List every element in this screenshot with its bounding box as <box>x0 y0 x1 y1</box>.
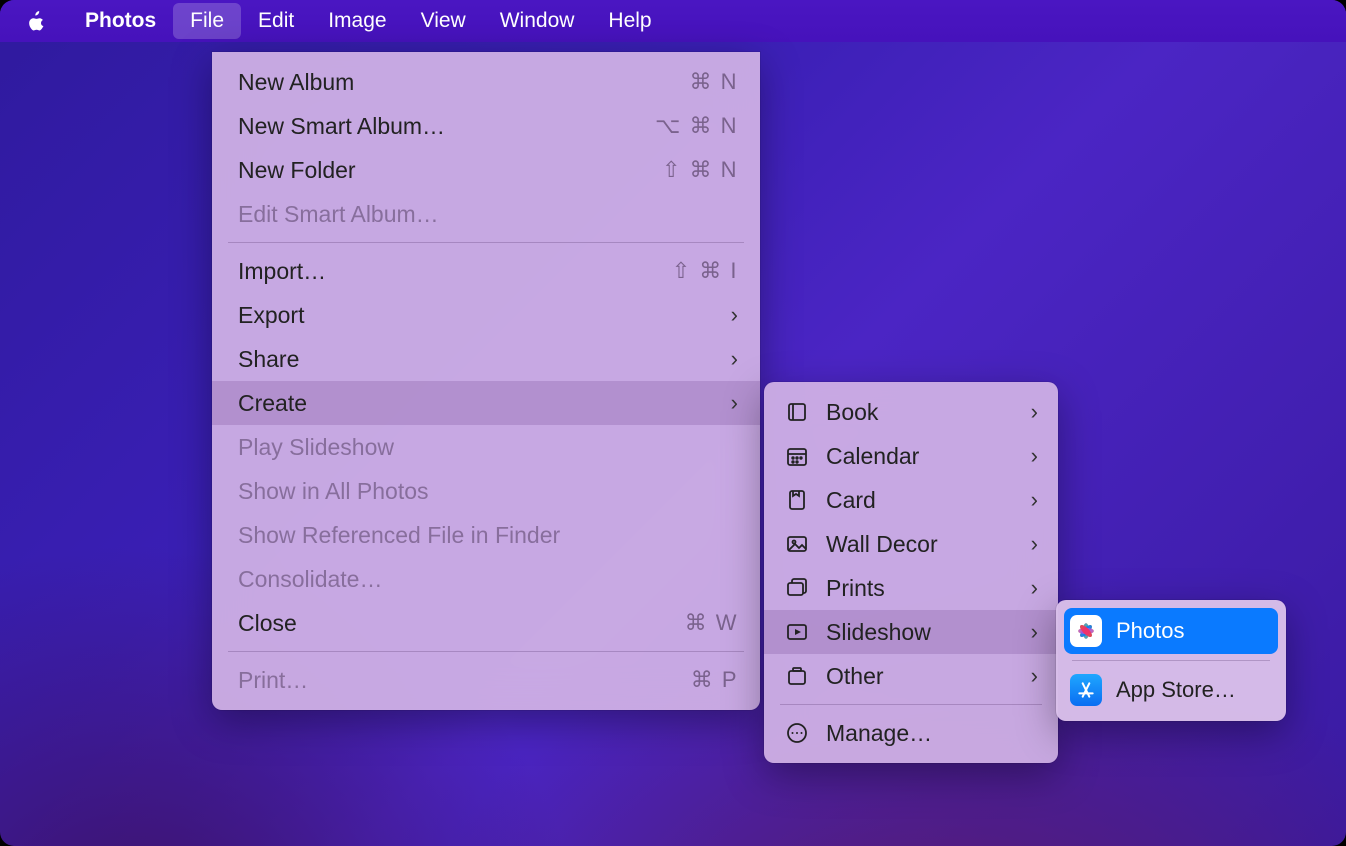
photos-app-icon <box>1070 615 1102 647</box>
chevron-right-icon: › <box>1026 619 1038 645</box>
menu-item-label: Show Referenced File in Finder <box>238 522 738 549</box>
menu-item-app-store[interactable]: App Store… <box>1056 667 1286 713</box>
menu-item-label: Consolidate… <box>238 566 738 593</box>
menubar-item-image[interactable]: Image <box>311 3 403 39</box>
menu-separator <box>228 242 744 243</box>
chevron-right-icon: › <box>1026 443 1038 469</box>
menu-item-label: Wall Decor <box>826 531 1026 558</box>
menu-item-edit-smart-album: Edit Smart Album… <box>212 192 760 236</box>
menu-item-export[interactable]: Export › <box>212 293 760 337</box>
menu-item-card[interactable]: Card › <box>764 478 1058 522</box>
menu-item-label: Create <box>238 390 726 417</box>
menu-separator <box>780 704 1042 705</box>
chevron-right-icon: › <box>1026 663 1038 689</box>
calendar-icon <box>782 444 812 468</box>
menubar-item-edit[interactable]: Edit <box>241 3 311 39</box>
menu-item-label: New Album <box>238 69 690 96</box>
menubar-item-help[interactable]: Help <box>591 3 668 39</box>
menu-item-label: Print… <box>238 667 691 694</box>
file-menu: New Album ⌘ N New Smart Album… ⌥ ⌘ N New… <box>212 52 760 710</box>
menu-item-slideshow[interactable]: Slideshow › <box>764 610 1058 654</box>
menubar-app-name[interactable]: Photos <box>68 3 173 39</box>
chevron-right-icon: › <box>1026 487 1038 513</box>
walldecor-icon <box>782 532 812 556</box>
menu-item-prints[interactable]: Prints › <box>764 566 1058 610</box>
menu-item-new-album[interactable]: New Album ⌘ N <box>212 60 760 104</box>
menu-separator <box>228 651 744 652</box>
menu-item-label: App Store… <box>1116 677 1270 703</box>
menu-item-shortcut: ⇧ ⌘ N <box>662 157 738 183</box>
slideshow-submenu: Photos App Store… <box>1056 600 1286 721</box>
menubar: Photos File Edit Image View Window Help <box>0 0 1346 42</box>
menu-item-print: Print… ⌘ P <box>212 658 760 702</box>
chevron-right-icon: › <box>1026 531 1038 557</box>
menu-item-shortcut: ⌘ P <box>691 667 738 693</box>
other-icon <box>782 664 812 688</box>
desktop: Photos File Edit Image View Window Help … <box>0 0 1346 846</box>
menu-item-label: Edit Smart Album… <box>238 201 738 228</box>
menu-item-import[interactable]: Import… ⇧ ⌘ I <box>212 249 760 293</box>
slideshow-icon <box>782 620 812 644</box>
menu-item-label: Export <box>238 302 726 329</box>
menu-item-label: Prints <box>826 575 1026 602</box>
menu-item-manage[interactable]: Manage… <box>764 711 1058 755</box>
menu-item-consolidate: Consolidate… <box>212 557 760 601</box>
chevron-right-icon: › <box>726 346 738 372</box>
menu-item-label: Close <box>238 610 685 637</box>
menu-item-label: Play Slideshow <box>238 434 738 461</box>
chevron-right-icon: › <box>1026 575 1038 601</box>
menu-item-label: New Smart Album… <box>238 113 655 140</box>
menu-item-shortcut: ⌘ N <box>690 69 739 95</box>
menu-item-label: New Folder <box>238 157 662 184</box>
menubar-item-window[interactable]: Window <box>483 3 592 39</box>
menu-item-book[interactable]: Book › <box>764 390 1058 434</box>
menu-item-photos-app[interactable]: Photos <box>1064 608 1278 654</box>
menu-item-label: Photos <box>1116 618 1270 644</box>
chevron-right-icon: › <box>726 302 738 328</box>
menu-item-new-folder[interactable]: New Folder ⇧ ⌘ N <box>212 148 760 192</box>
chevron-right-icon: › <box>1026 399 1038 425</box>
menu-item-new-smart-album[interactable]: New Smart Album… ⌥ ⌘ N <box>212 104 760 148</box>
menu-item-label: Other <box>826 663 1026 690</box>
menu-item-label: Share <box>238 346 726 373</box>
menu-item-create[interactable]: Create › <box>212 381 760 425</box>
menu-item-shortcut: ⌘ W <box>685 610 738 636</box>
menu-item-label: Import… <box>238 258 672 285</box>
menu-item-label: Slideshow <box>826 619 1026 646</box>
card-icon <box>782 488 812 512</box>
menu-item-label: Show in All Photos <box>238 478 738 505</box>
menubar-item-file[interactable]: File <box>173 3 241 39</box>
appstore-app-icon <box>1070 674 1102 706</box>
menu-item-label: Calendar <box>826 443 1026 470</box>
menu-item-label: Book <box>826 399 1026 426</box>
menu-item-play-slideshow: Play Slideshow <box>212 425 760 469</box>
menu-item-calendar[interactable]: Calendar › <box>764 434 1058 478</box>
prints-icon <box>782 576 812 600</box>
apple-logo-icon[interactable] <box>24 10 68 32</box>
chevron-right-icon: › <box>726 390 738 416</box>
create-submenu: Book › Calendar › Card › Wall Decor › Pr… <box>764 382 1058 763</box>
menubar-item-view[interactable]: View <box>404 3 483 39</box>
menu-item-label: Manage… <box>826 720 1038 747</box>
menu-separator <box>1072 660 1270 661</box>
menu-item-label: Card <box>826 487 1026 514</box>
menu-item-share[interactable]: Share › <box>212 337 760 381</box>
menu-item-shortcut: ⌥ ⌘ N <box>655 113 738 139</box>
menu-item-close[interactable]: Close ⌘ W <box>212 601 760 645</box>
book-icon <box>782 400 812 424</box>
menu-item-shortcut: ⇧ ⌘ I <box>672 258 738 284</box>
manage-icon <box>782 721 812 745</box>
menu-item-show-referenced-file: Show Referenced File in Finder <box>212 513 760 557</box>
menu-item-other[interactable]: Other › <box>764 654 1058 698</box>
menu-item-show-in-all-photos: Show in All Photos <box>212 469 760 513</box>
menu-item-wall-decor[interactable]: Wall Decor › <box>764 522 1058 566</box>
